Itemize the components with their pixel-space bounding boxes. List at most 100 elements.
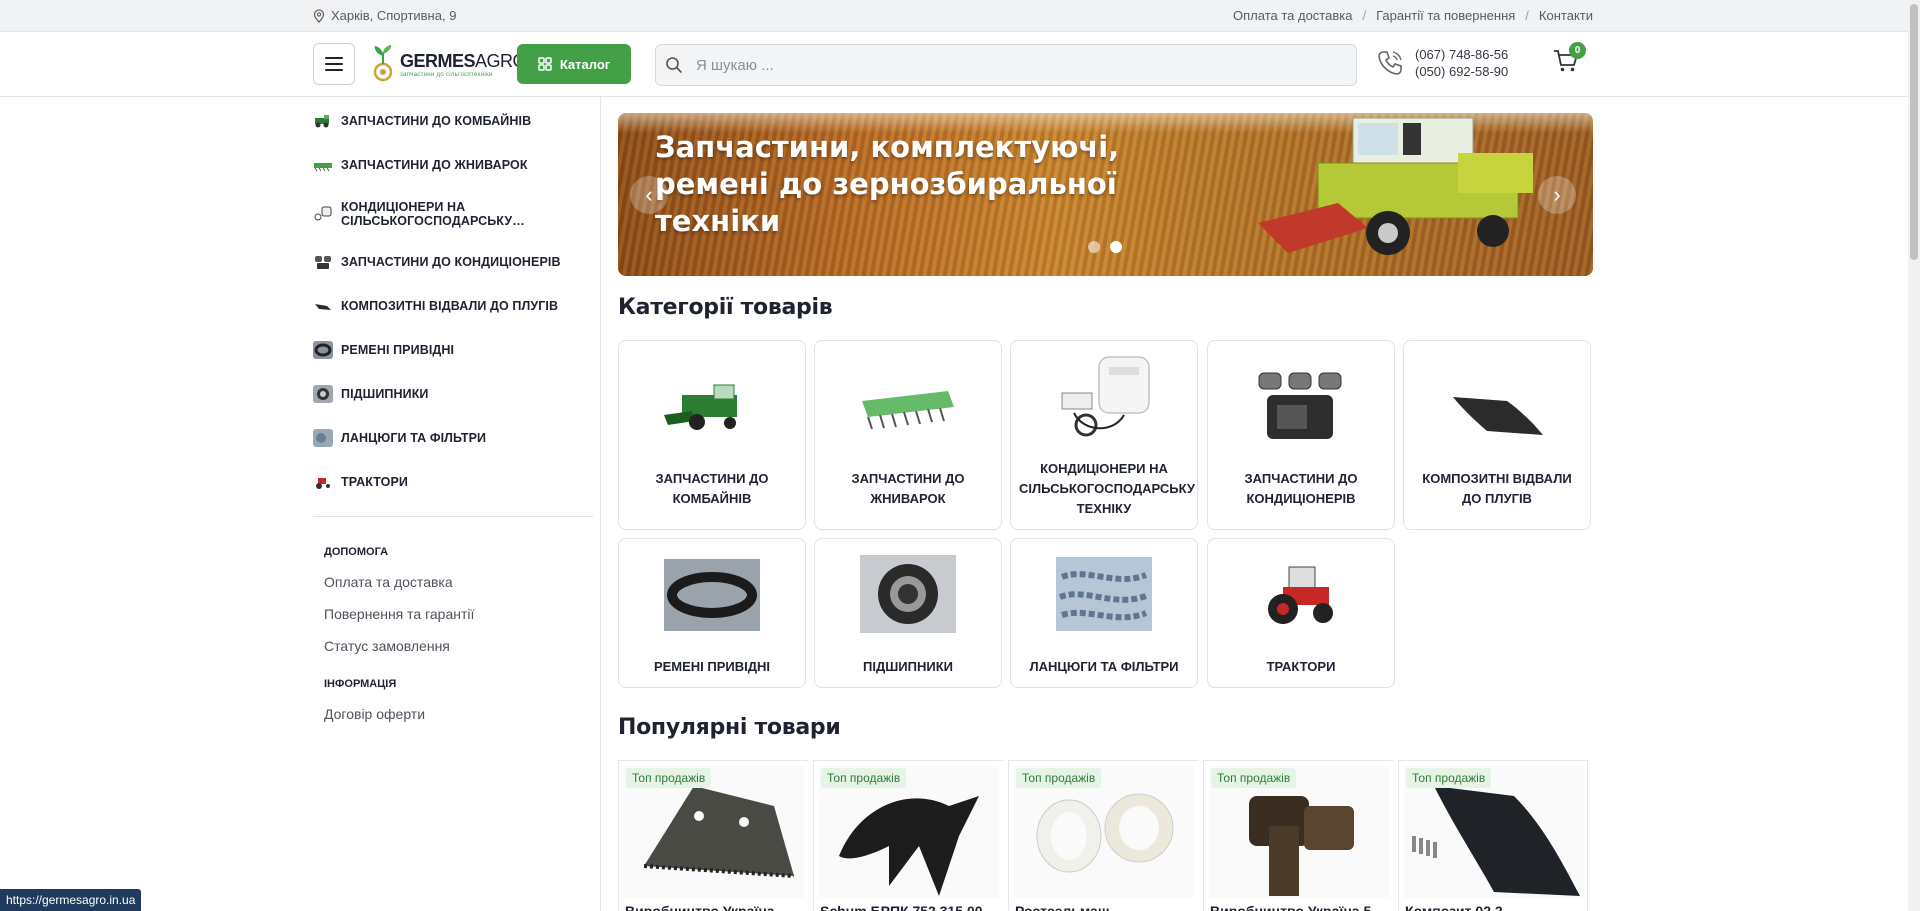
- cart-button[interactable]: 0: [1553, 42, 1586, 78]
- sidebar-item-air-conditioners[interactable]: КОНДИЦІОНЕРИ НА СІЛЬСЬКОГОСПОДАРСЬКУ…: [313, 200, 593, 228]
- logo-word-bold: GERMES: [400, 50, 476, 71]
- product-card[interactable]: Топ продажів Schum БРПК 752.315.00: [813, 760, 1003, 911]
- separator: /: [1525, 8, 1529, 23]
- category-card-moldboards[interactable]: КОМПОЗИТНІ ВІДВАЛИ ДО ПЛУГІВ: [1403, 340, 1591, 530]
- bearing-image: [860, 555, 956, 633]
- category-card-ac-parts[interactable]: ЗАПЧАСТИНИ ДО КОНДИЦІОНЕРІВ: [1207, 340, 1395, 530]
- air-conditioner-image: [1061, 356, 1150, 437]
- logo-tagline: запчастини до сільгосптехніки: [400, 71, 493, 78]
- product-card[interactable]: Топ продажів Виробництво Україна 5: [1203, 760, 1393, 911]
- category-card-air-conditioners[interactable]: КОНДИЦІОНЕРИ НА СІЛЬСЬКОГОСПОДАРСЬКУ ТЕХ…: [1010, 340, 1198, 530]
- product-name[interactable]: Schum БРПК 752.315.00: [820, 903, 1000, 911]
- search-icon: [666, 57, 682, 73]
- sidebar-item-combines[interactable]: ЗАПЧАСТИНИ ДО КОМБАЙНІВ: [313, 112, 593, 130]
- info-link-offer[interactable]: Договір оферти: [324, 706, 425, 722]
- sidebar-item-tractors[interactable]: ТРАКТОРИ: [313, 473, 593, 491]
- store-address: Харків, Спортивна, 9: [313, 8, 456, 23]
- belt-image: [664, 559, 760, 631]
- hero-banner[interactable]: Запчастини, комплектуючі, ремені до зерн…: [618, 113, 1593, 276]
- top-link-contacts[interactable]: Контакти: [1539, 8, 1593, 23]
- catalog-label: Каталог: [559, 56, 611, 72]
- product-name[interactable]: Виробництво Україна 5: [1210, 903, 1390, 911]
- category-card-tractors[interactable]: ТРАКТОРИ: [1207, 538, 1395, 688]
- category-card-chains[interactable]: ЛАНЦЮГИ ТА ФІЛЬТРИ: [1010, 538, 1198, 688]
- category-label: ЗАПЧАСТИНИ ДО КОМБАЙНІВ: [655, 471, 769, 506]
- site-logo[interactable]: GERMESAGRO запчастини до сільгосптехніки: [370, 38, 527, 90]
- sidebar-item-bearings[interactable]: ПІДШИПНИКИ: [313, 385, 593, 403]
- phone-number-1[interactable]: (067) 748-86-56: [1415, 46, 1508, 63]
- sidebar-item-label: ЗАПЧАСТИНИ ДО ЖНИВАРОК: [341, 158, 528, 172]
- chain-icon: [313, 429, 333, 447]
- site-header: GERMESAGRO запчастини до сільгосптехніки…: [0, 32, 1908, 97]
- hamburger-line: [325, 63, 343, 65]
- sidebar-item-moldboards[interactable]: КОМПОЗИТНІ ВІДВАЛИ ДО ПЛУГІВ: [313, 297, 593, 315]
- banner-prev-button[interactable]: ‹: [630, 176, 668, 214]
- phone-number-2[interactable]: (050) 692-58-90: [1415, 63, 1508, 80]
- product-name[interactable]: Ростсельмаш: [1015, 903, 1195, 911]
- compressor-icon: [315, 256, 331, 269]
- help-link-returns[interactable]: Повернення та гарантії: [324, 606, 474, 622]
- link-preview-status: https://germesagro.in.ua: [0, 889, 142, 911]
- top-seller-badge: Топ продажів: [1406, 768, 1492, 788]
- plow-moldboard-icon: [315, 304, 331, 310]
- page-scrollbar[interactable]: [1908, 0, 1920, 911]
- combine-image: [664, 384, 737, 430]
- category-card-combines[interactable]: ЗАПЧАСТИНИ ДО КОМБАЙНІВ: [618, 340, 806, 530]
- info-heading: ІНФОРМАЦІЯ: [324, 678, 397, 690]
- banner-dots: [1088, 241, 1122, 253]
- menu-button[interactable]: [313, 43, 355, 85]
- sidebar-item-ac-parts[interactable]: ЗАПЧАСТИНИ ДО КОНДИЦІОНЕРІВ: [313, 253, 593, 271]
- top-seller-badge: Топ продажів: [626, 768, 712, 788]
- banner-title: Запчастини, комплектуючі, ремені до зерн…: [655, 130, 1120, 238]
- phones-block: (067) 748-86-56 (050) 692-58-90: [1375, 46, 1508, 80]
- category-card-bearings[interactable]: ПІДШИПНИКИ: [814, 538, 1002, 688]
- top-links: Оплата та доставка / Гарантії та поверне…: [1233, 8, 1593, 23]
- search-box: [655, 44, 1357, 86]
- banner-next-button[interactable]: ›: [1538, 176, 1576, 214]
- top-seller-badge: Топ продажів: [821, 768, 907, 788]
- header-image: [862, 391, 954, 430]
- search-input[interactable]: [696, 45, 1336, 85]
- chevron-left-icon: ‹: [645, 182, 653, 207]
- product-name[interactable]: Виробництво Україна: [625, 903, 805, 911]
- banner-dot-2[interactable]: [1110, 241, 1122, 253]
- sidebar-item-label: ТРАКТОРИ: [341, 475, 409, 489]
- combine-harvester-image: [1258, 117, 1533, 255]
- cart-count-badge: 0: [1569, 42, 1586, 59]
- top-link-delivery[interactable]: Оплата та доставка: [1233, 8, 1352, 23]
- sidebar-item-headers[interactable]: ЗАПЧАСТИНИ ДО ЖНИВАРОК: [313, 156, 593, 174]
- category-label: КОМПОЗИТНІ ВІДВАЛИ ДО ПЛУГІВ: [1422, 471, 1572, 506]
- sidebar-item-label: РЕМЕНІ ПРИВІДНІ: [341, 343, 455, 357]
- sidebar-item-belts[interactable]: РЕМЕНІ ПРИВІДНІ: [313, 341, 593, 359]
- category-label: ЗАПЧАСТИНИ ДО КОНДИЦІОНЕРІВ: [1244, 471, 1358, 506]
- top-seller-badge: Топ продажів: [1016, 768, 1102, 788]
- air-conditioner-icon: [314, 206, 332, 221]
- combine-icon: [315, 115, 329, 128]
- sidebar-item-label: ЗАПЧАСТИНИ ДО КОНДИЦІОНЕРІВ: [341, 255, 561, 269]
- category-card-headers[interactable]: ЗАПЧАСТИНИ ДО ЖНИВАРОК: [814, 340, 1002, 530]
- product-card[interactable]: Топ продажів Композит 02.2: [1398, 760, 1588, 911]
- catalog-button[interactable]: Каталог: [517, 44, 631, 84]
- product-card[interactable]: Топ продажів Виробництво Україна: [618, 760, 808, 911]
- category-card-belts[interactable]: РЕМЕНІ ПРИВІДНІ: [618, 538, 806, 688]
- top-seller-badge: Топ продажів: [1211, 768, 1297, 788]
- phone-icon: [1378, 51, 1402, 75]
- category-label: ЗАПЧАСТИНИ ДО ЖНИВАРОК: [851, 471, 965, 506]
- help-link-order-status[interactable]: Статус замовлення: [324, 638, 450, 654]
- chevron-right-icon: ›: [1553, 182, 1561, 207]
- sidebar-item-chains[interactable]: ЛАНЦЮГИ ТА ФІЛЬТРИ: [313, 429, 593, 447]
- tractor-icon: [316, 478, 330, 489]
- logo-sprout-icon: [373, 45, 393, 82]
- banner-dot-1[interactable]: [1088, 241, 1100, 253]
- scrollbar-thumb[interactable]: [1910, 4, 1918, 260]
- category-label: ЛАНЦЮГИ ТА ФІЛЬТРИ: [1029, 659, 1179, 674]
- header-reaper-icon: [314, 163, 332, 172]
- tractor-image: [1268, 566, 1333, 624]
- product-name[interactable]: Композит 02.2: [1405, 903, 1585, 911]
- top-link-warranty[interactable]: Гарантії та повернення: [1376, 8, 1515, 23]
- belt-icon: [313, 341, 333, 359]
- hamburger-icon: [325, 57, 343, 59]
- column-divider: [600, 97, 601, 911]
- product-card[interactable]: Топ продажів Ростсельмаш: [1008, 760, 1198, 911]
- help-link-delivery[interactable]: Оплата та доставка: [324, 574, 453, 590]
